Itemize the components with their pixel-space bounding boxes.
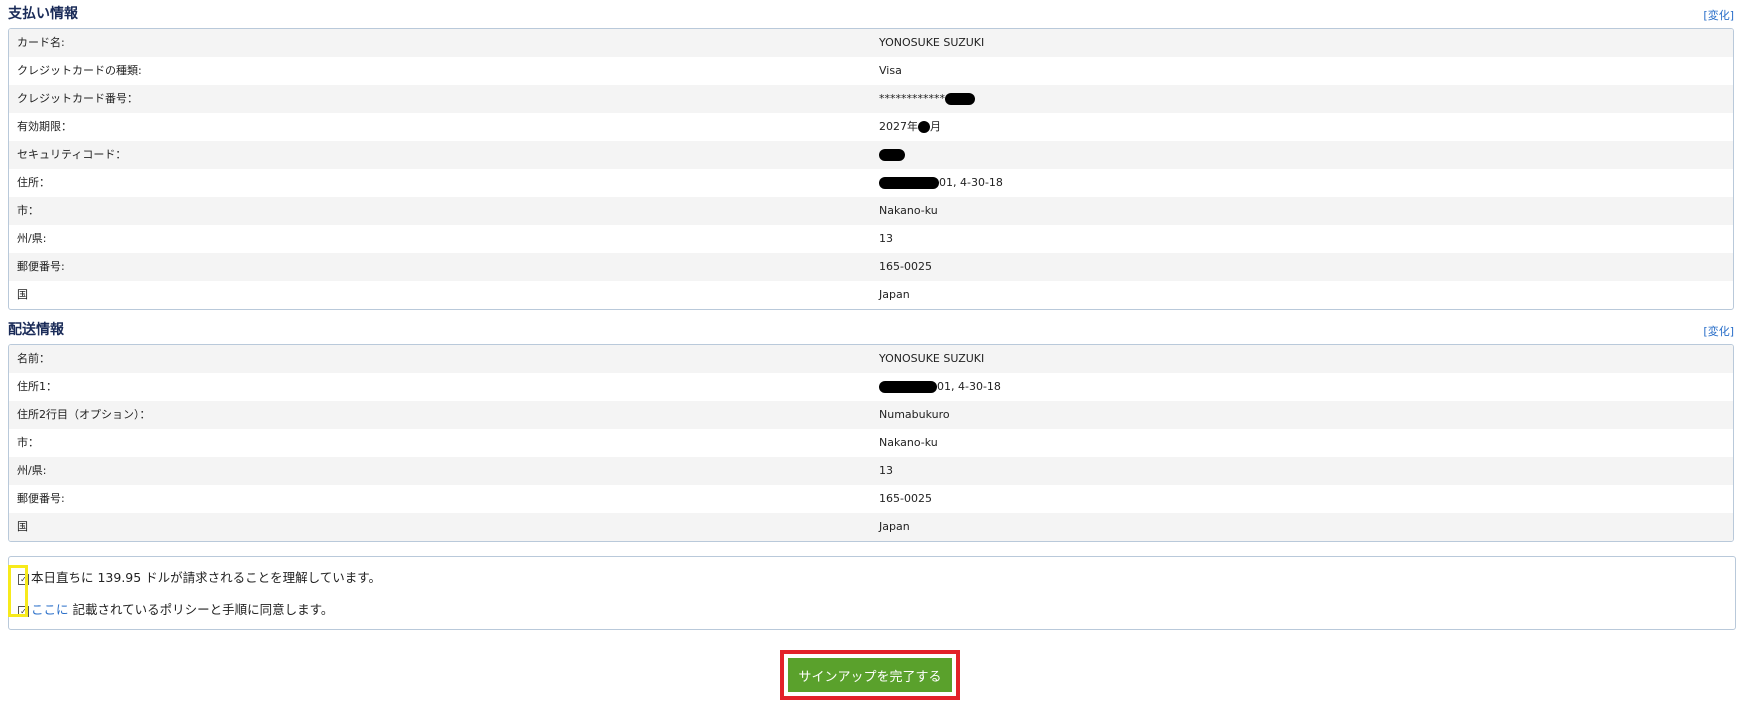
row-value: Japan [879,520,910,533]
row-label: 住所1： [17,380,57,393]
table-row: 国 Japan [9,281,1733,309]
address1-suffix: 01, 4-30-18 [937,380,1001,393]
row-value: 13 [879,464,893,477]
row-label: 有効期限： [17,120,72,133]
table-row: 郵便番号: 165-0025 [9,485,1733,513]
row-value: Nakano-ku [879,204,938,217]
row-value: 165-0025 [879,492,932,505]
shipping-title: 配送情報 [8,322,64,338]
redaction-mark [879,177,939,189]
table-row: 市： Nakano-ku [9,197,1733,225]
table-row: 州/県: 13 [9,225,1733,253]
submit-highlight: サインアップを完了する [780,650,960,700]
table-row: 住所： 01, 4-30-18 [9,169,1733,197]
table-row: 国 Japan [9,513,1733,541]
row-label: カード名: [17,36,65,49]
row-value: YONOSUKE SUZUKI [879,352,985,365]
table-row: 有効期限： 2027年月 [9,113,1733,141]
card-number-mask: ************ [879,92,945,105]
row-value: 165-0025 [879,260,932,273]
row-label: 名前： [17,352,50,365]
shipping-header: 配送情報 [変化] [8,321,1734,343]
row-value: Japan [879,288,910,301]
table-row: 住所1： 01, 4-30-18 [9,373,1733,401]
redaction-mark [918,121,930,133]
shipping-change-link[interactable]: [変化] [1703,323,1734,339]
policy-text: 記載されているポリシーと手順に同意します。 [68,602,334,617]
policy-line: ここに 記載されているポリシーと手順に同意します。 [31,599,333,618]
redaction-mark [879,381,937,393]
row-label: 住所2行目（オプション）： [17,408,151,421]
row-label: 郵便番号: [17,260,65,273]
charge-text: 本日直ちに 139.95 ドルが請求されることを理解しています。 [31,570,382,585]
redaction-mark [879,149,905,161]
expiry-suffix: 月 [930,120,941,133]
expiry-year: 2027年 [879,120,918,133]
row-label: 郵便番号: [17,492,65,505]
address-value: 01, 4-30-18 [879,169,1003,197]
row-value: Visa [879,64,902,77]
row-label: 住所： [17,176,50,189]
address-suffix: 01, 4-30-18 [939,176,1003,189]
expiry-value: 2027年月 [879,113,941,141]
row-label: セキュリティコード： [17,148,127,161]
shipping-section: 配送情報 [変化] 名前： YONOSUKE SUZUKI 住所1： 01, 4… [8,321,1734,546]
table-row: 名前： YONOSUKE SUZUKI [9,345,1733,373]
policy-link[interactable]: ここに [31,602,69,617]
row-label: クレジットカードの種類: [17,64,142,77]
redaction-mark [945,93,975,105]
table-row: カード名: YONOSUKE SUZUKI [9,29,1733,57]
card-number-value: ************ [879,85,975,113]
row-label: 国 [17,520,28,533]
payment-change-link[interactable]: [変化] [1703,7,1734,23]
table-row: セキュリティコード： [9,141,1733,169]
shipping-details-table: 名前： YONOSUKE SUZUKI 住所1： 01, 4-30-18 住所2… [8,344,1734,542]
payment-title: 支払い情報 [8,6,78,22]
row-label: クレジットカード番号： [17,92,138,105]
row-label: 州/県: [17,232,47,245]
row-value: Nakano-ku [879,436,938,449]
table-row: 市： Nakano-ku [9,429,1733,457]
payment-section: 支払い情報 [変化] カード名: YONOSUKE SUZUKI クレジットカー… [8,5,1734,310]
table-row: クレジットカードの種類: Visa [9,57,1733,85]
payment-details-table: カード名: YONOSUKE SUZUKI クレジットカードの種類: Visa … [8,28,1734,310]
security-code-value [879,141,905,169]
address1-value: 01, 4-30-18 [879,373,1001,401]
table-row: 州/県: 13 [9,457,1733,485]
checkbox-highlight [8,565,28,617]
table-row: 郵便番号: 165-0025 [9,253,1733,281]
complete-signup-button[interactable]: サインアップを完了する [788,658,952,692]
row-value: Numabukuro [879,408,950,421]
table-row: クレジットカード番号： ************ [9,85,1733,113]
row-label: 市： [17,204,39,217]
row-value: 13 [879,232,893,245]
agreement-box: ✓ 本日直ちに 139.95 ドルが請求されることを理解しています。 ✓ ここに… [8,556,1736,630]
row-label: 市： [17,436,39,449]
row-value: YONOSUKE SUZUKI [879,36,985,49]
table-row: 住所2行目（オプション）： Numabukuro [9,401,1733,429]
row-label: 州/県: [17,464,47,477]
payment-header: 支払い情報 [変化] [8,5,1734,27]
row-label: 国 [17,288,28,301]
